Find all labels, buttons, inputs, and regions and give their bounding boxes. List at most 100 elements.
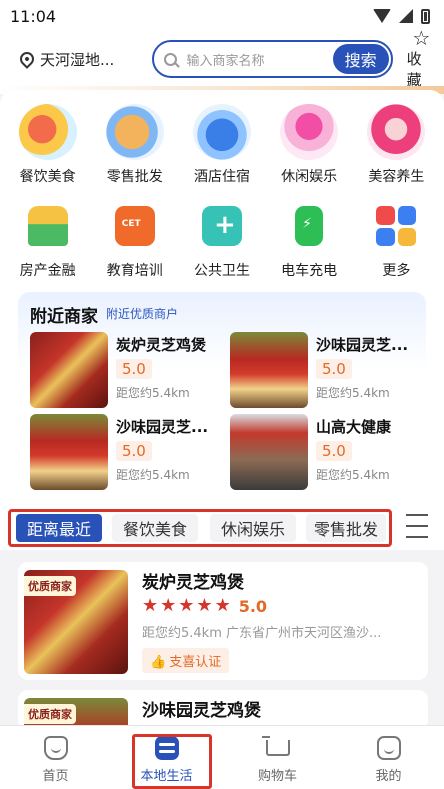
category-label: 餐饮美食 (19, 169, 76, 185)
star-icon: ★ (214, 595, 231, 616)
category-leisure[interactable]: 休闲娱乐 (266, 104, 352, 186)
category-beauty[interactable]: 美容养生 (353, 104, 439, 186)
battery-icon (421, 8, 430, 24)
category-label: 更多 (382, 263, 411, 279)
nearby-shop-card[interactable]: 沙味园灵芝... 5.0 距您约5.4km (230, 332, 420, 408)
signal-icon (399, 9, 413, 23)
filter-tabs-bar: 距离最近 餐饮美食 休闲娱乐 零售批发 (0, 502, 444, 550)
search-box[interactable]: 输入商家名称 搜索 (151, 40, 393, 78)
thumbs-up-icon: 👍 (150, 655, 167, 670)
nearby-shop-card[interactable]: 炭炉灵芝鸡煲 5.0 距您约5.4km (30, 332, 220, 408)
location-pin-icon (20, 49, 37, 69)
shop-rating: 5.0 (316, 441, 352, 461)
merchant-name: 炭炉灵芝鸡煲 (142, 573, 244, 593)
health-icon (201, 206, 242, 246)
shop-rating: 5.0 (316, 359, 352, 379)
rating-score: 5.0 (238, 596, 268, 616)
hotel-icon (192, 104, 251, 160)
star-icon: ★ (178, 595, 195, 616)
star-rating: ★ ★ ★ ★ ★ 5.0 (142, 596, 267, 616)
list-item[interactable]: 优质商家 沙味园灵芝鸡煲 (18, 690, 428, 730)
star-outline-icon: ☆ (412, 26, 431, 50)
list-item[interactable]: 优质商家 炭炉灵芝鸡煲 ★ ★ ★ ★ ★ 5.0 距您约5.4km 广东省广州… (18, 562, 428, 680)
search-button[interactable]: 搜索 (332, 44, 389, 74)
shop-thumbnail (230, 332, 308, 408)
star-icon: ★ (142, 595, 159, 616)
nearby-title: 附近商家 (30, 307, 98, 327)
shop-thumbnail (30, 332, 108, 408)
nav-label: 购物车 (257, 769, 297, 784)
shop-name: 山高大健康 (316, 418, 392, 436)
category-health[interactable]: 公共卫生 (179, 200, 265, 280)
shop-distance: 距您约5.4km (316, 386, 390, 400)
shop-name: 炭炉灵芝鸡煲 (116, 336, 207, 354)
nearby-subtitle[interactable]: 附近优质商户 (106, 305, 178, 322)
shop-distance: 距您约5.4km (316, 468, 390, 482)
nearby-shop-card[interactable]: 山高大健康 5.0 距您约5.4km (230, 414, 420, 490)
shop-rating: 5.0 (116, 441, 152, 461)
profile-icon (376, 736, 401, 760)
favorite-label: 收藏 (406, 50, 422, 89)
tabs-highlight-box (8, 509, 392, 547)
nav-highlight-box (132, 734, 212, 789)
search-input[interactable]: 输入商家名称 (187, 50, 265, 69)
bottom-nav: 首页 本地生活 购物车 我的 (0, 725, 444, 789)
nav-home[interactable]: 首页 (0, 726, 111, 789)
food-icon (18, 104, 77, 160)
shop-thumbnail (30, 414, 108, 490)
main-card: 餐饮美食 零售批发 酒店住宿 休闲娱乐 美容养生 房产金融 CET 教育培训 +… (0, 90, 444, 502)
shop-name: 沙味园灵芝... (116, 418, 209, 436)
home-icon (43, 736, 68, 760)
shop-rating: 5.0 (116, 359, 152, 379)
merchant-thumbnail: 优质商家 (24, 570, 128, 674)
merchant-address: 距您约5.4km 广东省广州市天河区渔沙... (142, 626, 382, 641)
retail-icon (105, 104, 164, 160)
more-icon (376, 206, 417, 246)
merchant-name: 沙味园灵芝鸡煲 (142, 701, 261, 721)
wifi-icon (373, 9, 391, 23)
category-label: 教育培训 (106, 263, 163, 279)
category-hotel[interactable]: 酒店住宿 (179, 104, 265, 186)
status-time: 11:04 (10, 6, 57, 26)
location-label: 天河湿地... (40, 50, 115, 69)
verified-label: 支喜认证 (169, 655, 222, 670)
shop-distance: 距您约5.4km (116, 468, 190, 482)
house-icon (27, 206, 68, 246)
status-icons (373, 8, 430, 24)
nav-me[interactable]: 我的 (333, 726, 444, 789)
category-label: 房产金融 (19, 263, 76, 279)
shop-distance: 距您约5.4km (116, 386, 190, 400)
category-education[interactable]: 教育培训 (92, 200, 178, 280)
category-label: 休闲娱乐 (281, 169, 338, 185)
charging-icon (295, 206, 324, 246)
search-icon (163, 52, 177, 66)
category-label: 公共卫生 (193, 263, 250, 279)
category-food[interactable]: 餐饮美食 (5, 104, 91, 186)
star-icon: ★ (160, 595, 177, 616)
nearby-shop-card[interactable]: 沙味园灵芝... 5.0 距您约5.4km (30, 414, 220, 490)
category-label: 电车充电 (281, 263, 338, 279)
shop-thumbnail (230, 414, 308, 490)
menu-icon[interactable] (406, 514, 428, 538)
education-icon (114, 206, 155, 246)
category-finance[interactable]: 房产金融 (5, 200, 91, 280)
nav-label: 我的 (375, 769, 402, 784)
cocktail-icon (280, 104, 339, 160)
star-icon: ★ (196, 595, 213, 616)
category-retail[interactable]: 零售批发 (92, 104, 178, 186)
nearby-merchants-panel: 附近商家 附近优质商户 炭炉灵芝鸡煲 5.0 距您约5.4km 沙味园灵芝...… (18, 292, 426, 498)
cart-icon (261, 736, 290, 756)
beauty-icon (367, 104, 426, 160)
category-label: 美容养生 (368, 169, 425, 185)
category-charging[interactable]: 电车充电 (266, 200, 352, 280)
location-selector[interactable]: 天河湿地... (20, 49, 136, 70)
quality-badge: 优质商家 (24, 576, 76, 596)
category-grid: 餐饮美食 零售批发 酒店住宿 休闲娱乐 美容养生 房产金融 CET 教育培训 +… (0, 104, 444, 280)
category-label: 零售批发 (106, 169, 163, 185)
favorite-button[interactable]: ☆ 收藏 (407, 28, 436, 90)
nav-cart[interactable]: 购物车 (222, 726, 333, 789)
category-more[interactable]: 更多 (353, 200, 439, 280)
category-label: 酒店住宿 (193, 169, 250, 185)
status-bar: 11:04 (0, 0, 444, 32)
verified-badge: 👍 支喜认证 (142, 648, 230, 673)
